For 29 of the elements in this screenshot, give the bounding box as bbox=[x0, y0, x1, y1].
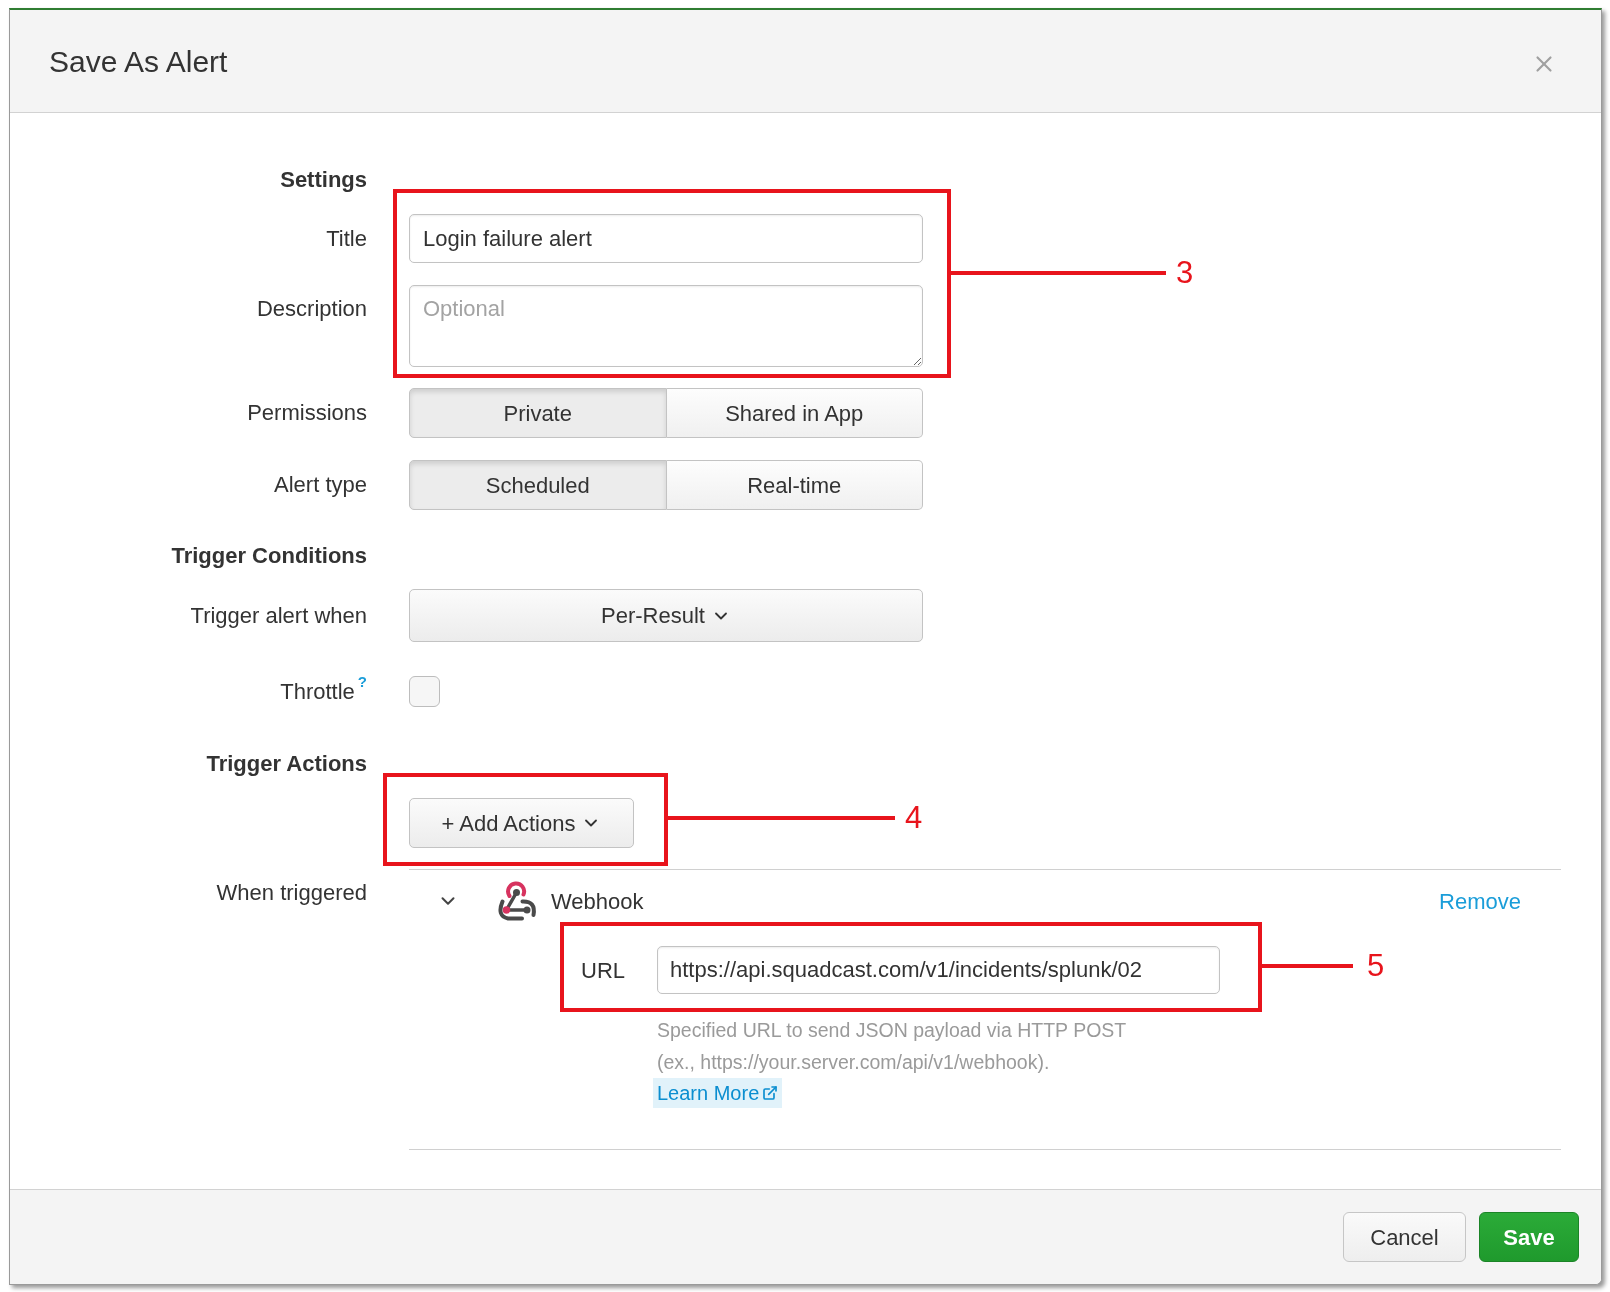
cancel-button[interactable]: Cancel bbox=[1343, 1212, 1466, 1262]
help-text: Specified URL to send JSON payload via HTTP POST (ex., https://your.server.com/api/v1/webhook). bbox=[657, 1018, 1127, 1075]
section-heading: Settings bbox=[280, 166, 367, 194]
add-actions-button[interactable]: + Add Actions bbox=[409, 798, 634, 848]
dropdown-button[interactable]: Per-Result bbox=[409, 589, 923, 642]
field-label: When triggered bbox=[216, 879, 367, 907]
section-heading: Trigger Conditions bbox=[171, 542, 367, 570]
segment-button[interactable]: Scheduled bbox=[409, 460, 667, 510]
throttle-checkbox[interactable] bbox=[409, 676, 440, 707]
dialog-title: Save As Alert bbox=[49, 43, 228, 80]
field-label: Title bbox=[326, 224, 367, 253]
url-field[interactable]: https://api.squadcast.com/v1/incidents/splunk/02 bbox=[657, 946, 1220, 994]
callout-number: 5 bbox=[1367, 948, 1385, 984]
action-name: Webhook bbox=[551, 887, 644, 916]
title-field[interactable]: Login failure alert bbox=[409, 214, 923, 263]
external-link-icon bbox=[762, 1085, 779, 1101]
field-label: Trigger alert when bbox=[190, 601, 367, 630]
callout-number: 4 bbox=[905, 800, 923, 836]
segment-button[interactable]: Private bbox=[409, 388, 667, 438]
field-label: Throttle bbox=[280, 677, 355, 706]
field-label: Description bbox=[256, 295, 367, 323]
segment-button[interactable]: Real-time bbox=[666, 460, 923, 510]
field-label: URL bbox=[581, 956, 626, 985]
field-label: Permissions bbox=[247, 399, 367, 427]
segment-button[interactable]: Shared in App bbox=[666, 388, 923, 438]
field-label: Alert type bbox=[274, 471, 367, 499]
callout-number: 3 bbox=[1176, 255, 1194, 291]
section-heading: Trigger Actions bbox=[206, 750, 367, 778]
description-field[interactable]: Optional bbox=[409, 285, 923, 367]
